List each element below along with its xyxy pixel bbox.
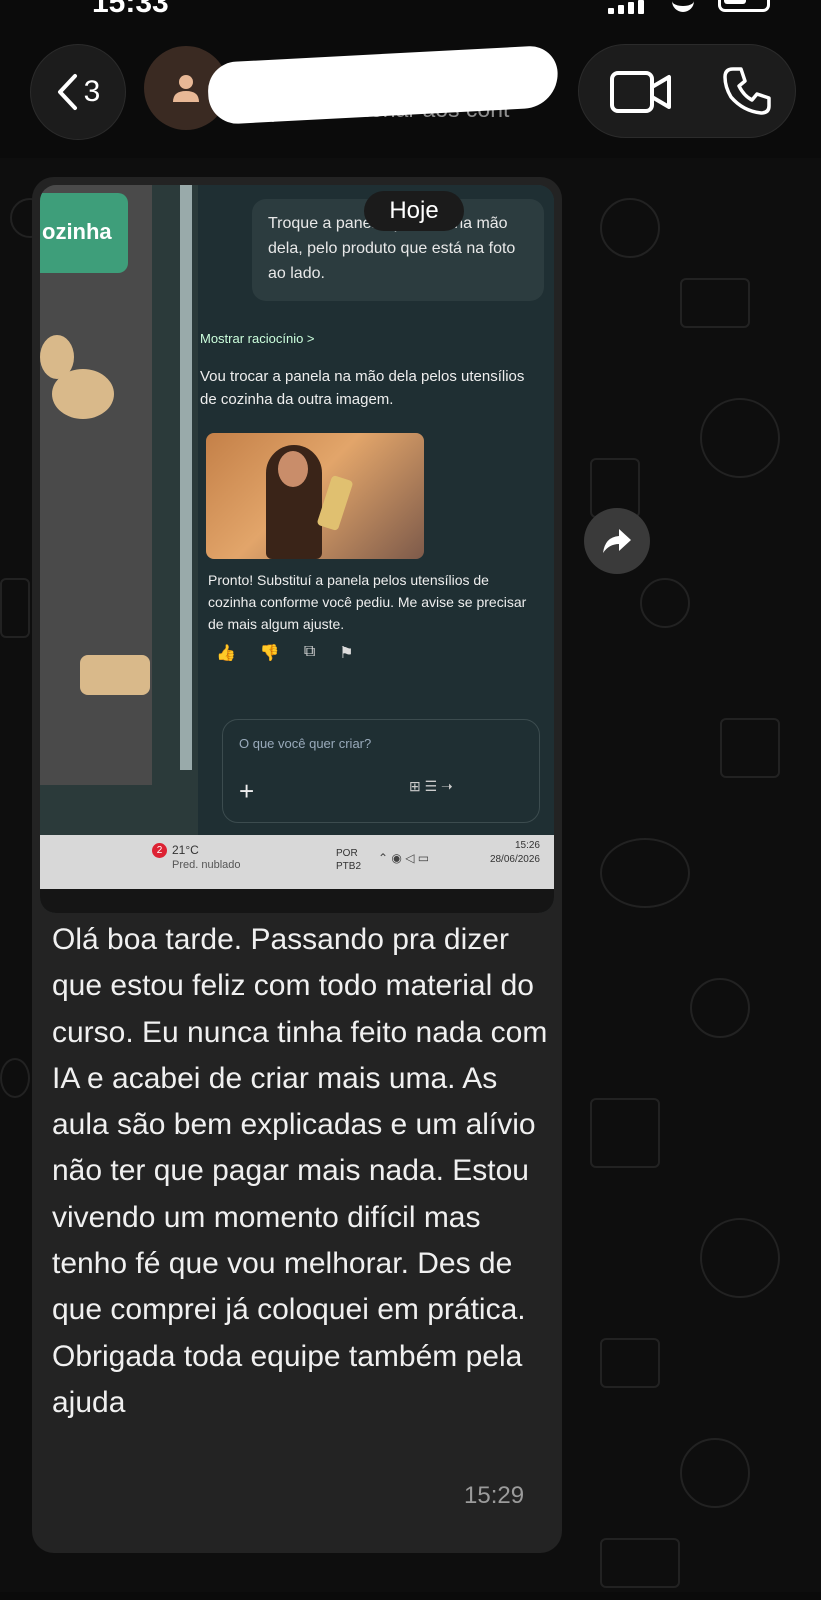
photo-left-panel: ozinha (40, 185, 152, 785)
notification-badge: 2 (152, 843, 167, 858)
utensils-figure (316, 474, 354, 532)
signal-icon (608, 0, 644, 14)
status-bar: 15:33 (0, 0, 821, 24)
battery-icon (718, 0, 770, 12)
phone-icon[interactable] (721, 65, 773, 117)
forward-button[interactable] (584, 508, 650, 574)
prompt-input: O que você quer criar? + ⊞ ☰ ➝ (222, 719, 540, 823)
flag-icon: ⚑ (339, 645, 354, 662)
clock-time: 15:26 (514, 840, 540, 851)
reply-actions: 👍 👎 ⧉ ⚑ (216, 643, 354, 663)
tools-icon: ⊞ ☰ ➝ (409, 778, 453, 794)
thumbs-down-icon: 👎 (259, 645, 280, 662)
chevron-left-icon (57, 74, 77, 110)
forward-icon (603, 529, 631, 553)
plus-icon: + (239, 776, 255, 806)
clock-date: 28/06/2026 (489, 854, 540, 865)
date-chip: Hoje (364, 191, 464, 231)
back-button[interactable]: 3 (30, 44, 126, 140)
taskbar-clock: 15:26 28/06/2026 (460, 839, 540, 867)
photo-bottom-edge (40, 889, 554, 913)
spatula-image (80, 655, 150, 695)
copy-icon: ⧉ (303, 643, 316, 660)
wifi-icon (672, 0, 694, 12)
video-call-icon[interactable] (609, 69, 673, 115)
woman-face (278, 451, 308, 487)
ai-reply: Vou trocar a panela na mão dela pelos ut… (200, 368, 525, 408)
message-bubble[interactable]: ozinha Troque a panela que está na mão d… (32, 177, 562, 1553)
language-code: POR (336, 848, 358, 859)
chat-header: 3 le para adicionar aos cont (0, 24, 821, 158)
weather-condition: Pred. nublado (172, 859, 241, 871)
weather-temperature: 21°C (172, 843, 199, 857)
message-text: Olá boa tarde. Passando pra dizer que es… (52, 923, 548, 1419)
show-reasoning-link: Mostrar raciocínio > (200, 331, 315, 346)
side-label: ozinha (40, 193, 128, 273)
prompt-placeholder: O que você quer criar? (239, 736, 372, 751)
screen-edge (180, 185, 192, 770)
person-icon (173, 75, 199, 102)
call-controls (578, 44, 796, 138)
message-photo[interactable]: ozinha Troque a panela que está na mão d… (40, 185, 554, 913)
home-indicator (0, 1592, 821, 1600)
windows-taskbar: 2 21°C Pred. nublado POR PTB2 ⌃ ◉ ◁ ▭ 15… (40, 835, 554, 889)
thumbs-up-icon: 👍 (216, 645, 236, 662)
spoon-image (52, 369, 114, 419)
unread-count: 3 (83, 75, 101, 108)
message-timestamp: 15:29 (464, 1482, 525, 1509)
generated-image (206, 433, 424, 559)
status-time: 15:33 (92, 0, 169, 19)
keyboard-language: POR PTB2 (336, 847, 361, 873)
ai-done-reply: Pronto! Substituí a panela pelos utensíl… (208, 572, 527, 632)
keyboard-layout: PTB2 (336, 861, 362, 872)
tray-icons: ⌃ ◉ ◁ ▭ (378, 851, 430, 865)
